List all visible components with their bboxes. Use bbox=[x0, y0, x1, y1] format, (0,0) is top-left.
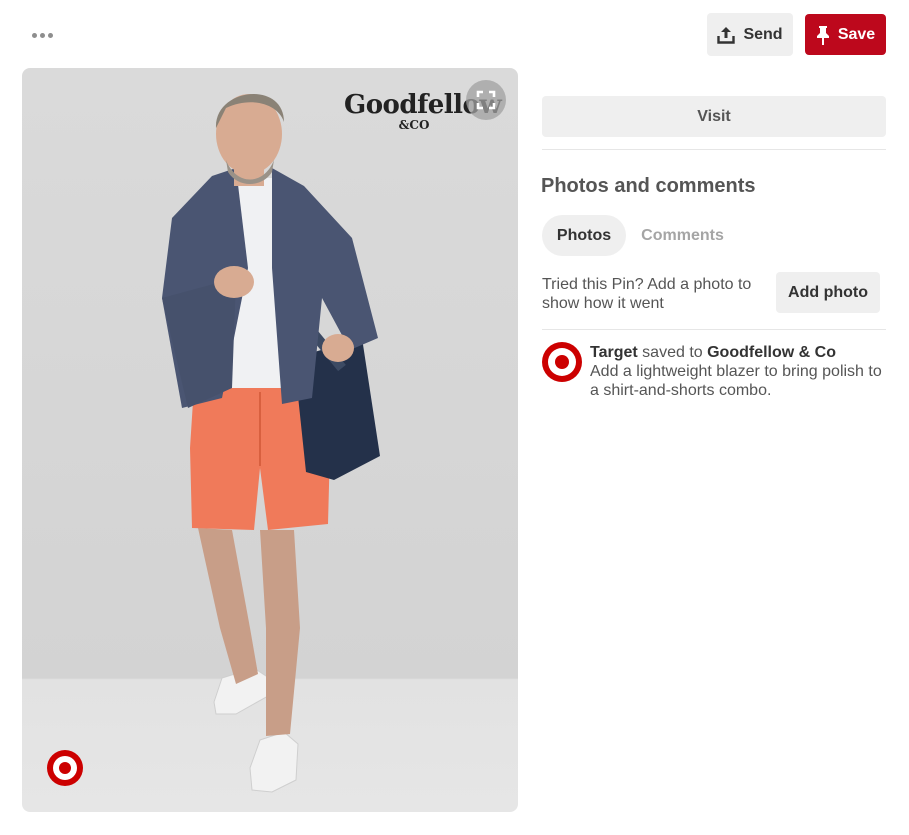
send-label: Send bbox=[743, 25, 783, 43]
board-name-link[interactable]: Goodfellow & Co bbox=[707, 344, 836, 361]
brand-logo-sub: &CO bbox=[398, 118, 430, 132]
tab-photos[interactable]: Photos bbox=[542, 215, 626, 256]
tab-comments-label: Comments bbox=[641, 226, 724, 244]
add-photo-button[interactable]: Add photo bbox=[776, 272, 880, 313]
send-button[interactable]: Send bbox=[707, 13, 793, 56]
save-label: Save bbox=[837, 25, 876, 43]
brand-logo-name: Goodfellow bbox=[344, 90, 502, 120]
more-options-icon[interactable] bbox=[22, 22, 62, 48]
model-photo bbox=[162, 94, 380, 793]
brand-logo: Goodfellow &CO bbox=[344, 90, 502, 132]
expand-button[interactable] bbox=[466, 80, 506, 120]
divider bbox=[542, 149, 886, 150]
add-photo-label: Add photo bbox=[788, 283, 868, 301]
saver-name-link[interactable]: Target bbox=[590, 344, 638, 361]
visit-label: Visit bbox=[697, 107, 731, 125]
section-title: Photos and comments bbox=[541, 175, 756, 197]
tab-comments[interactable]: Comments bbox=[630, 215, 735, 256]
add-photo-prompt: Tried this Pin? Add a photo to show how … bbox=[542, 276, 752, 312]
pin-image[interactable]: Goodfellow &CO bbox=[22, 68, 518, 812]
tab-photos-label: Photos bbox=[556, 226, 612, 244]
target-logo-icon[interactable] bbox=[46, 749, 84, 787]
saved-line: Target saved to Goodfellow & Co bbox=[590, 343, 890, 362]
save-button[interactable]: Save bbox=[805, 14, 886, 55]
pushpin-icon bbox=[816, 25, 829, 45]
pin-description: Add a lightweight blazer to bring polish… bbox=[590, 363, 882, 399]
target-avatar[interactable] bbox=[542, 342, 582, 382]
saved-to-text: saved to bbox=[642, 344, 703, 361]
share-upload-icon bbox=[717, 26, 736, 44]
divider bbox=[542, 329, 886, 330]
visit-button[interactable]: Visit bbox=[542, 96, 886, 137]
saver-info: Target saved to Goodfellow & Co Add a li… bbox=[590, 343, 890, 400]
expand-icon bbox=[476, 90, 496, 110]
